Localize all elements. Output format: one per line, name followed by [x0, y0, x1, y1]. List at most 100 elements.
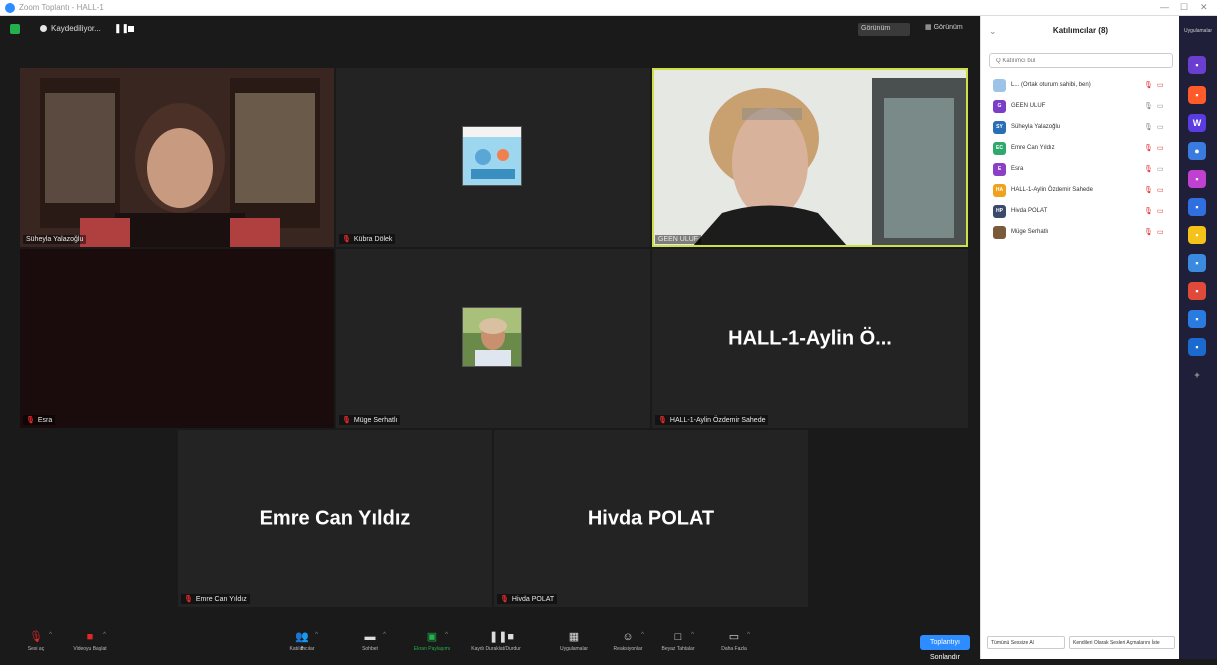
participant-row[interactable]: HA HALL-1-Aylin Özdemir Sahede 🎙 ▭ — [981, 181, 1180, 202]
avatar: G — [993, 100, 1006, 113]
stop-recording-icon[interactable] — [128, 26, 134, 32]
mute-all-button[interactable]: Tümünü Sessize Al — [987, 636, 1065, 649]
chevron-up-icon[interactable]: ^ — [747, 632, 750, 638]
video-tile[interactable]: Süheyla Yalazoğlu — [20, 68, 334, 247]
video-off-icon[interactable]: ▭ — [1157, 186, 1164, 194]
chevron-up-icon[interactable]: ^ — [641, 632, 644, 638]
participant-name: L... (Ortak oturum sahibi, ben) — [1011, 82, 1091, 88]
video-off-icon[interactable]: ▭ — [1157, 207, 1164, 215]
video-tile[interactable]: 🎙 Esra — [20, 249, 334, 428]
view-button[interactable]: Görünüm — [858, 23, 910, 36]
participant-name: Esra — [1011, 166, 1024, 172]
mic-muted-icon[interactable]: 🎙 — [1144, 144, 1153, 152]
minimize-icon[interactable]: — — [1160, 2, 1169, 12]
app-icon[interactable]: ▪ — [1188, 282, 1206, 300]
app-icon[interactable]: ▪ — [1188, 56, 1206, 74]
chat-button[interactable]: ▬ ^ Sohbet — [340, 629, 400, 652]
video-tile[interactable]: 🎙 Müge Serhatlı — [336, 249, 650, 428]
participants-label: Katılımcılar — [289, 646, 315, 652]
gallery-view-button[interactable]: ▦ Görünüm — [925, 23, 963, 31]
video-icon[interactable]: ▭ — [1157, 102, 1164, 110]
participant-name: Hivda POLAT — [1011, 208, 1048, 214]
app-icon[interactable]: ▪ — [1188, 170, 1206, 188]
mic-muted-icon[interactable]: 🎙 — [1144, 228, 1153, 236]
participant-row[interactable]: L... (Ortak oturum sahibi, ben) 🎙 ▭ — [981, 76, 1180, 97]
video-tile[interactable]: Emre Can Yıldız 🎙 Emre Can Yıldız — [178, 430, 492, 607]
more-icon: ▭ — [728, 631, 740, 643]
audio-label: Sesi aç — [27, 646, 45, 652]
whiteboard-button[interactable]: □ ^ Beyaz Tahtalar — [648, 629, 708, 652]
zoom-logo-icon — [5, 3, 15, 13]
avatar: E — [993, 163, 1006, 176]
chevron-up-icon[interactable]: ^ — [49, 632, 52, 638]
video-off-icon[interactable]: ▭ — [1157, 81, 1164, 89]
chevron-up-icon[interactable]: ^ — [691, 632, 694, 638]
end-meeting-button[interactable]: Toplantıyı Sonlandır — [920, 635, 970, 661]
maximize-icon[interactable]: ☐ — [1180, 2, 1188, 13]
apps-button[interactable]: ▦ Uygulamalar — [544, 629, 604, 652]
video-off-icon[interactable]: ▭ — [1157, 228, 1164, 236]
app-icon[interactable]: ▪ — [1188, 198, 1206, 216]
avatar: EC — [993, 142, 1006, 155]
participant-row[interactable]: E Esra 🎙 ▭ — [981, 160, 1180, 181]
avatar — [993, 226, 1006, 239]
panel-footer: Tümünü Sessize Al Kendileri Olarak Sesle… — [981, 634, 1180, 652]
participant-row[interactable]: G GEEN ULUF 🎙 ▭ — [981, 97, 1180, 118]
mic-icon[interactable]: 🎙 — [1144, 123, 1153, 131]
chevron-up-icon[interactable]: ^ — [103, 632, 106, 638]
app-icon[interactable]: ▪ — [1188, 86, 1206, 104]
video-tile[interactable]: 🎙 Kübra Dölek — [336, 68, 650, 247]
app-icon[interactable]: ● — [1188, 142, 1206, 160]
more-button[interactable]: ▭ ^ Daha Fazla — [704, 629, 764, 652]
participant-row[interactable]: SY Süheyla Yalazoğlu 🎙 ▭ — [981, 118, 1180, 139]
share-screen-button[interactable]: ▣ ^ Ekran Paylaşımı — [402, 629, 462, 652]
mic-muted-icon[interactable]: 🎙 — [1144, 186, 1153, 194]
video-tile-active-speaker[interactable]: GEEN ULUF — [652, 68, 968, 247]
participant-name-label: 🎙 Esra — [23, 415, 56, 425]
participant-row[interactable]: Müge Serhatlı 🎙 ▭ — [981, 223, 1180, 244]
participant-row[interactable]: EC Emre Can Yıldız 🎙 ▭ — [981, 139, 1180, 160]
security-shield-icon[interactable] — [10, 24, 20, 34]
add-app-icon[interactable]: + — [1188, 366, 1206, 384]
mic-icon[interactable]: 🎙 — [1144, 102, 1153, 110]
mic-muted-icon[interactable]: 🎙 — [1144, 81, 1153, 89]
pause-recording-icon[interactable]: ❚❚ — [114, 23, 129, 34]
mic-muted-icon[interactable]: 🎙 — [1144, 165, 1153, 173]
app-icon[interactable]: ▪ — [1188, 226, 1206, 244]
video-tile[interactable]: HALL-1-Aylin Ö... 🎙 HALL-1-Aylin Özdemir … — [652, 249, 968, 428]
chevron-up-icon[interactable]: ^ — [383, 632, 386, 638]
video-off-icon[interactable]: ▭ — [1157, 144, 1164, 152]
title-bar: Zoom Toplantı - HALL-1 — ☐ ✕ — [0, 0, 1217, 16]
participant-name: GEEN ULUF — [1011, 103, 1046, 109]
app-icon[interactable]: W — [1188, 114, 1206, 132]
close-icon[interactable]: ✕ — [1200, 2, 1208, 13]
ask-unmute-button[interactable]: Kendileri Olarak Sesleri Açmalarını İste — [1069, 636, 1175, 649]
video-icon[interactable]: ▭ — [1157, 123, 1164, 131]
mic-muted-icon: 🎙 — [658, 417, 667, 424]
record-button[interactable]: ❚❚■ Kaydı Duraklat/Durdur — [466, 629, 526, 652]
video-icon[interactable]: ▭ — [1157, 165, 1164, 173]
participant-name: Süheyla Yalazoğlu — [26, 236, 84, 243]
participant-list: L... (Ortak oturum sahibi, ben) 🎙 ▭ G GEEN U… — [981, 76, 1180, 244]
chevron-up-icon[interactable]: ^ — [315, 632, 318, 638]
reactions-icon: ☺ — [622, 631, 634, 643]
video-button[interactable]: ■ ^ Videoyu Başlat — [60, 629, 120, 652]
app-icon[interactable]: ▪ — [1188, 254, 1206, 272]
app-icon[interactable]: ▪ — [1188, 338, 1206, 356]
mic-muted-icon: 🎙 — [342, 417, 351, 424]
participant-name: Müge Serhatlı — [353, 417, 398, 424]
participant-search-input[interactable] — [989, 53, 1173, 68]
recording-icon — [40, 25, 47, 32]
participant-video — [20, 68, 334, 247]
audio-button[interactable]: 🎙 ^ Sesi aç — [6, 629, 66, 652]
mic-muted-icon[interactable]: 🎙 — [1144, 207, 1153, 215]
profile-picture — [462, 307, 522, 367]
chevron-up-icon[interactable]: ^ — [445, 632, 448, 638]
app-icon[interactable]: ▪ — [1188, 310, 1206, 328]
participant-name: Hivda POLAT — [511, 596, 555, 603]
mic-muted-icon: 🎙 — [342, 236, 351, 243]
participant-row[interactable]: HP Hivda POLAT 🎙 ▭ — [981, 202, 1180, 223]
participants-button[interactable]: 👥8 ^ Katılımcılar — [272, 629, 332, 652]
chat-label: Sohbet — [362, 646, 378, 652]
video-tile[interactable]: Hivda POLAT 🎙 Hivda POLAT — [494, 430, 808, 607]
